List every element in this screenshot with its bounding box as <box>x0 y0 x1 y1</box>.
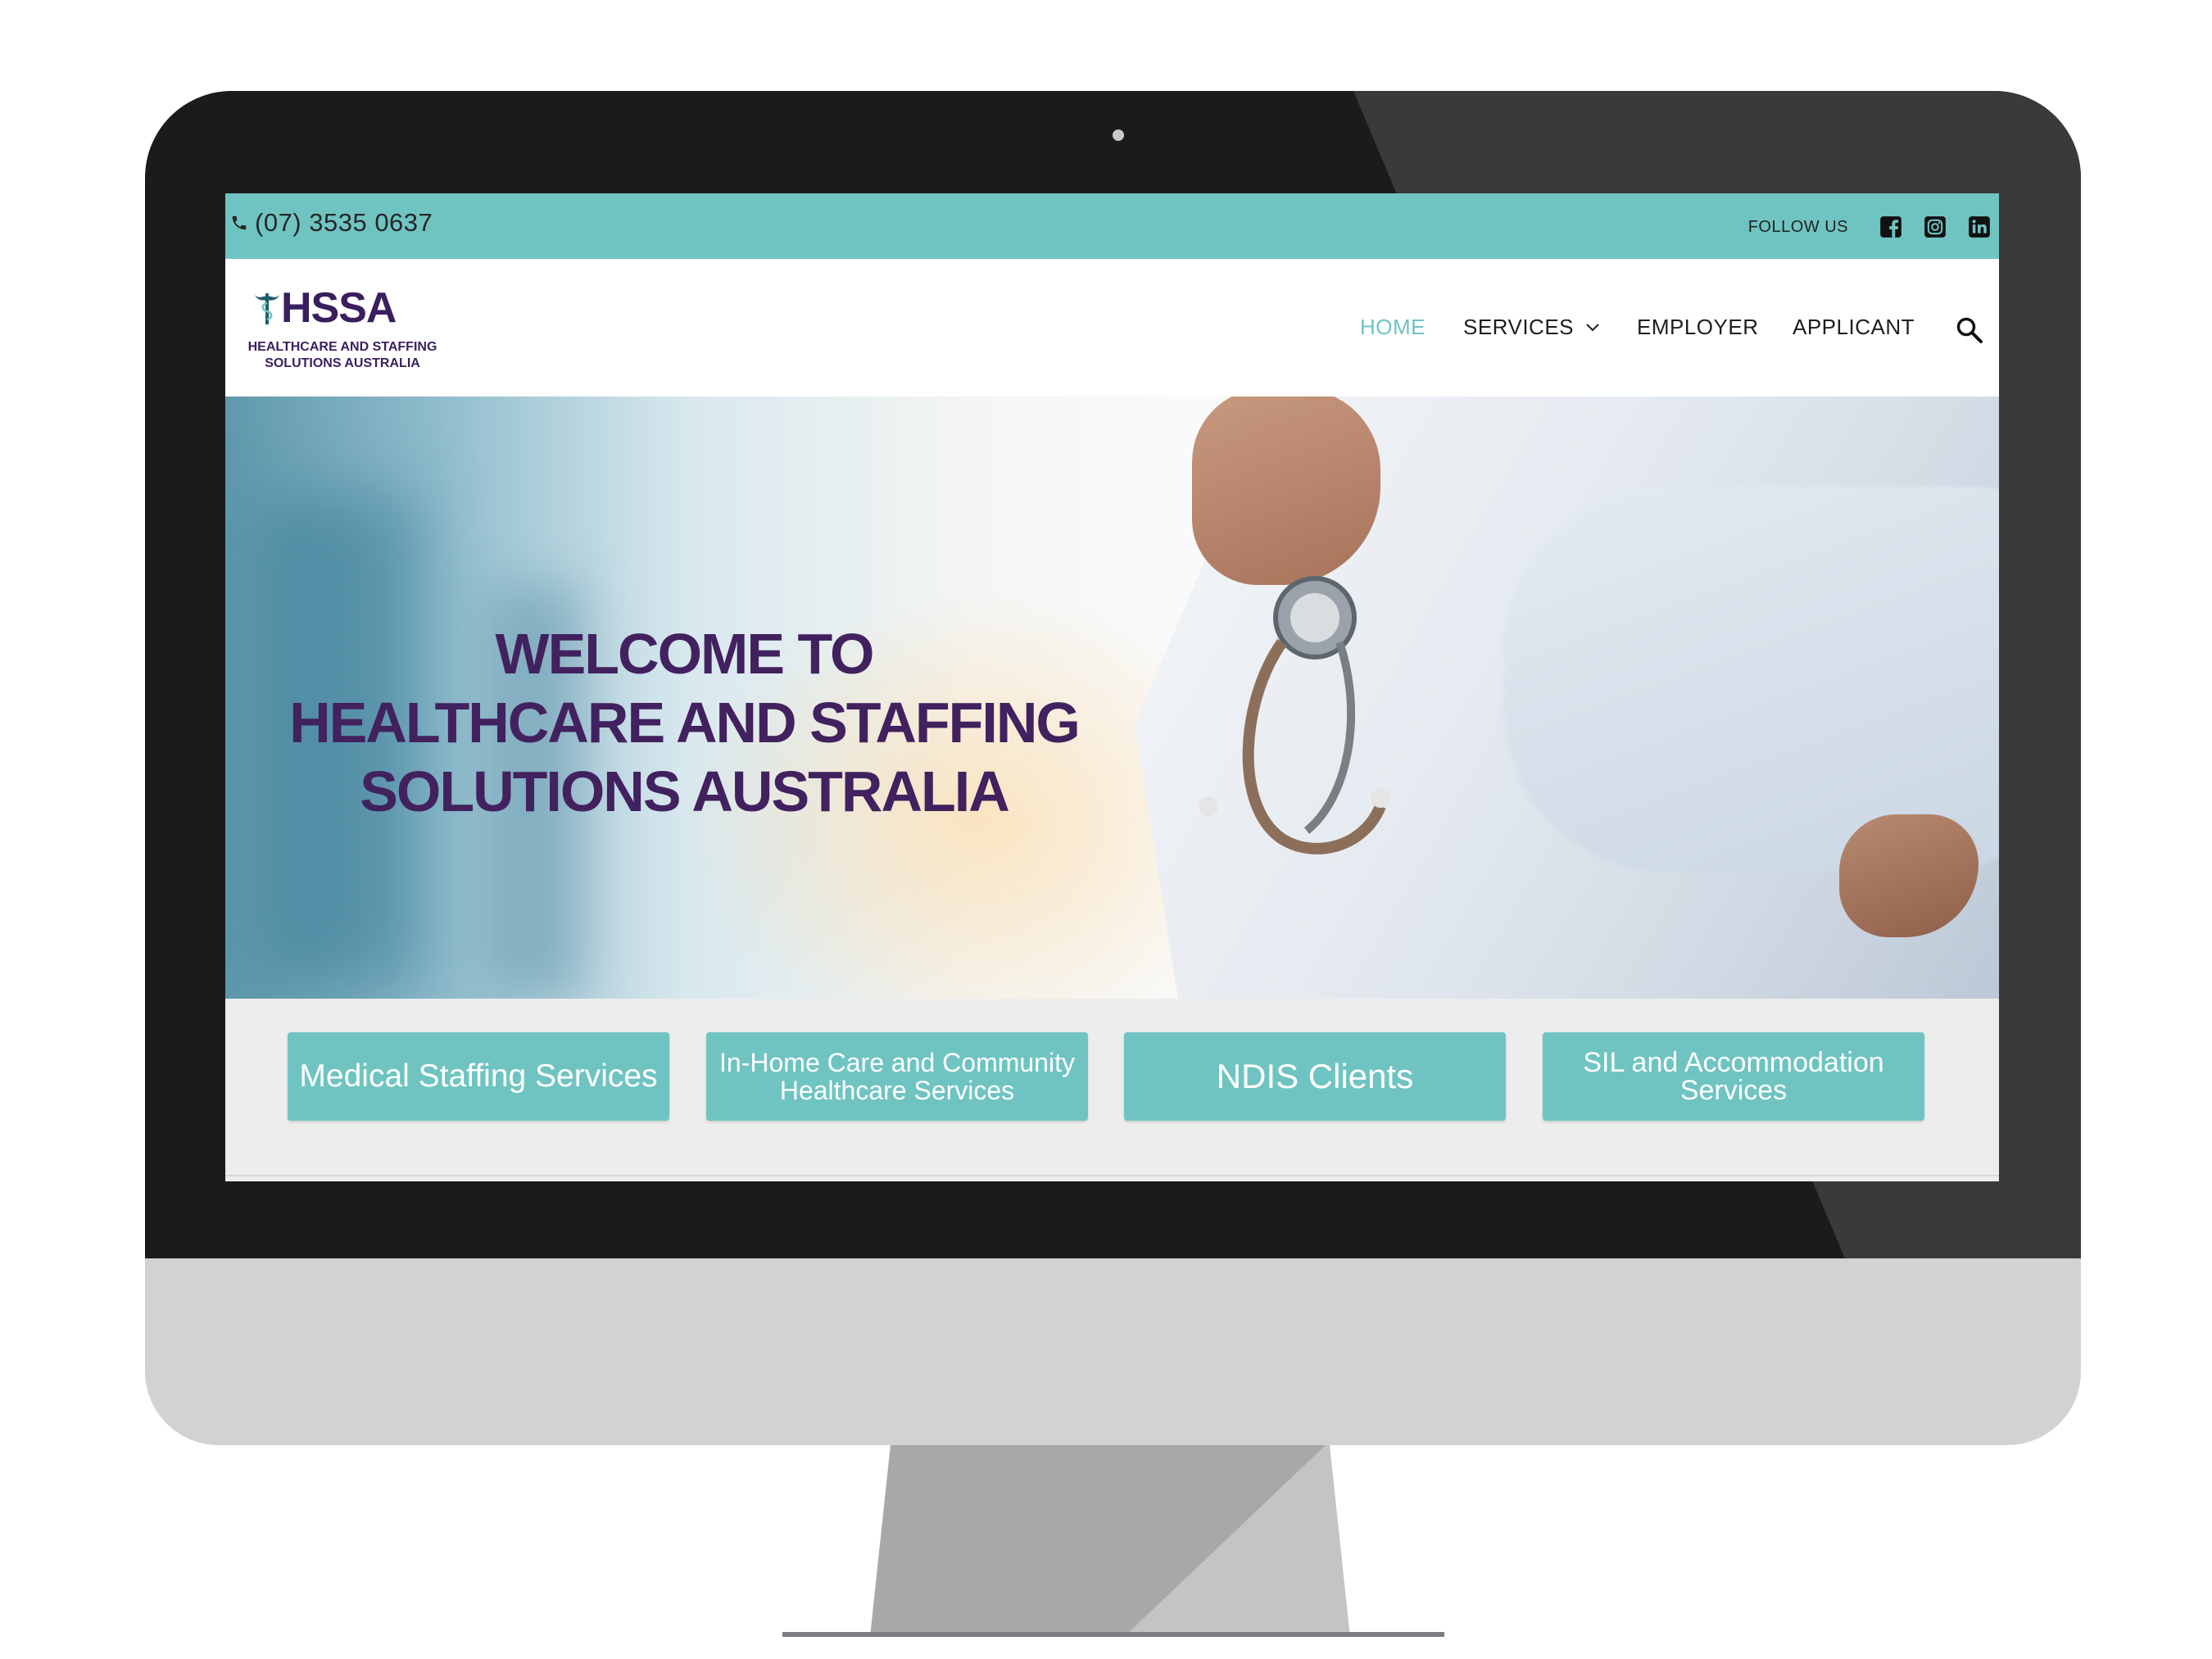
stethoscope-icon <box>1199 576 1390 854</box>
caduceus-icon <box>255 293 279 324</box>
monitor-chin <box>145 1258 2081 1445</box>
button-label: Medical Staffing Services <box>299 1058 658 1094</box>
in-home-care-button[interactable]: In-Home Care and Community Healthcare Se… <box>706 1032 1088 1121</box>
button-label: NDIS Clients <box>1216 1057 1414 1095</box>
section-divider <box>225 1175 1999 1176</box>
nav-home[interactable]: HOME <box>1360 315 1426 340</box>
hero-title-line1: WELCOME TO <box>495 622 875 686</box>
search-icon[interactable] <box>1956 316 1983 344</box>
linkedin-icon[interactable] <box>1968 215 1991 238</box>
sil-accommodation-button[interactable]: SIL and Accommodation Services <box>1543 1032 1924 1121</box>
chevron-down-icon <box>1586 323 1599 331</box>
nav-applicant[interactable]: APPLICANT <box>1793 315 1915 340</box>
phone-number: (07) 3535 0637 <box>255 208 433 237</box>
nav-employer[interactable]: EMPLOYER <box>1637 315 1759 340</box>
button-label-line1: SIL and Accommodation <box>1583 1047 1884 1078</box>
nav-services[interactable]: SERVICES <box>1463 315 1600 340</box>
logo-title: HSSA <box>281 284 397 332</box>
monitor-foot <box>782 1632 1444 1637</box>
ndis-clients-button[interactable]: NDIS Clients <box>1124 1032 1506 1121</box>
instagram-icon[interactable] <box>1924 215 1947 238</box>
button-label-line1: In-Home Care and Community <box>719 1048 1075 1077</box>
website-screen: (07) 3535 0637 FOLLOW US HSSA HEALTHCARE… <box>225 193 1999 1181</box>
logo-subtitle-line2: SOLUTIONS AUSTRALIA <box>265 356 420 370</box>
button-label-line2: Healthcare Services <box>779 1076 1015 1105</box>
hero-title-line3: SOLUTIONS AUSTRALIA <box>360 759 1010 823</box>
logo-subtitle: HEALTHCARE AND STAFFING SOLUTIONS AUSTRA… <box>240 339 445 372</box>
phone-icon <box>232 215 247 230</box>
hero-banner: WELCOME TO HEALTHCARE AND STAFFING SOLUT… <box>225 397 1999 999</box>
facebook-icon[interactable] <box>1879 215 1902 238</box>
site-header: HSSA HEALTHCARE AND STAFFING SOLUTIONS A… <box>225 259 1999 397</box>
hero-title-line2: HEALTHCARE AND STAFFING <box>289 691 1081 755</box>
button-label-line2: Services <box>1679 1075 1788 1106</box>
medical-staffing-services-button[interactable]: Medical Staffing Services <box>288 1032 669 1121</box>
webcam <box>1113 129 1124 141</box>
site-logo[interactable]: HSSA HEALTHCARE AND STAFFING SOLUTIONS A… <box>240 282 453 372</box>
hero-title: WELCOME TO HEALTHCARE AND STAFFING SOLUT… <box>274 619 1094 826</box>
phone-link[interactable]: (07) 3535 0637 <box>230 208 433 238</box>
top-bar: (07) 3535 0637 FOLLOW US <box>225 193 1999 259</box>
follow-us-label: FOLLOW US <box>1747 218 1848 236</box>
logo-subtitle-line1: HEALTHCARE AND STAFFING <box>247 340 437 354</box>
nav-services-label: SERVICES <box>1463 315 1575 339</box>
